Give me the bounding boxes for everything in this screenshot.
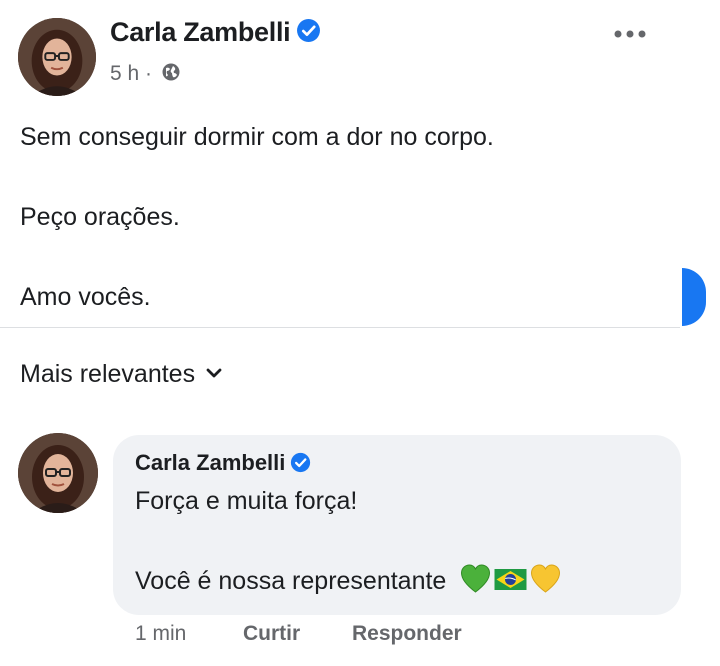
chevron-down-icon [206, 368, 222, 378]
avatar-photo [18, 433, 98, 513]
post-author[interactable]: Carla Zambelli [110, 17, 321, 48]
comment-avatar[interactable] [18, 433, 98, 513]
globe-icon[interactable] [161, 62, 181, 82]
post-text-line-2: Peço orações. [20, 203, 180, 231]
side-scroll-tab[interactable] [682, 268, 706, 326]
comment-text-line-1: Força e muita força! [135, 487, 358, 515]
comment-author-name[interactable]: Carla Zambelli [135, 450, 285, 475]
reply-button[interactable]: Responder [352, 622, 462, 646]
avatar[interactable] [18, 18, 96, 96]
post-time[interactable]: 5 h [110, 62, 139, 85]
comment-author[interactable]: Carla Zambelli [135, 450, 311, 476]
comment-time[interactable]: 1 min [135, 622, 186, 646]
verified-badge-icon [297, 19, 321, 43]
yellow-heart-icon [531, 564, 561, 594]
emoji-group [461, 564, 561, 594]
post-meta: 5 h · [110, 62, 181, 86]
meta-separator: · [145, 62, 153, 85]
comment-text-line-2-label: Você é nossa representante [135, 567, 447, 595]
sort-label: Mais relevantes [20, 360, 196, 388]
post-text-line-3: Amo vocês. [20, 283, 151, 311]
verified-badge-icon [291, 452, 311, 472]
divider [0, 327, 680, 328]
post-header: Carla Zambelli 5 h · [0, 0, 720, 110]
post-text-line-1: Sem conseguir dormir com a dor no corpo. [20, 123, 494, 151]
like-button[interactable]: Curtir [243, 622, 300, 646]
comment-sort-dropdown[interactable]: Mais relevantes [20, 360, 223, 389]
more-options-icon[interactable] [608, 24, 652, 44]
green-heart-icon [461, 564, 491, 594]
brazil-flag-icon [494, 569, 527, 591]
avatar-photo [18, 18, 96, 96]
comment-text-line-2: Você é nossa representante [135, 564, 568, 597]
post-author-name[interactable]: Carla Zambelli [110, 17, 291, 47]
